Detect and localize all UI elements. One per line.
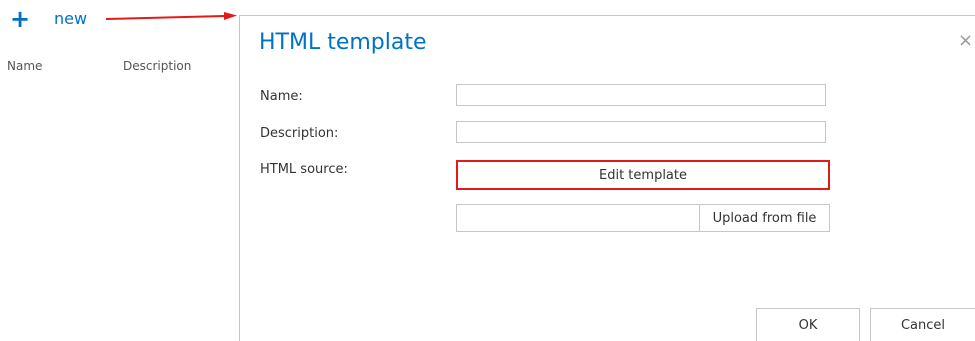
description-label: Description: <box>260 126 339 141</box>
html-source-label: HTML source: <box>260 162 348 177</box>
name-label: Name: <box>260 89 303 104</box>
name-field[interactable] <box>456 84 826 106</box>
edit-template-button[interactable]: Edit template <box>456 160 830 190</box>
column-header-name[interactable]: Name <box>7 59 42 73</box>
upload-control: Upload from file <box>456 204 830 232</box>
cancel-button[interactable]: Cancel <box>870 308 975 341</box>
ok-button[interactable]: OK <box>756 308 860 341</box>
html-template-dialog: HTML template × Name: Description: HTML … <box>239 15 975 341</box>
upload-from-file-button[interactable]: Upload from file <box>699 205 829 231</box>
new-label: new <box>54 9 88 28</box>
dialog-title: HTML template <box>259 30 427 55</box>
upload-path-field[interactable] <box>457 205 699 231</box>
description-field[interactable] <box>456 121 826 143</box>
red-arrow-icon <box>106 12 237 20</box>
new-button[interactable]: + new <box>10 5 88 33</box>
close-icon[interactable]: × <box>958 30 973 51</box>
plus-icon: + <box>10 5 31 33</box>
column-header-description[interactable]: Description <box>123 59 191 73</box>
